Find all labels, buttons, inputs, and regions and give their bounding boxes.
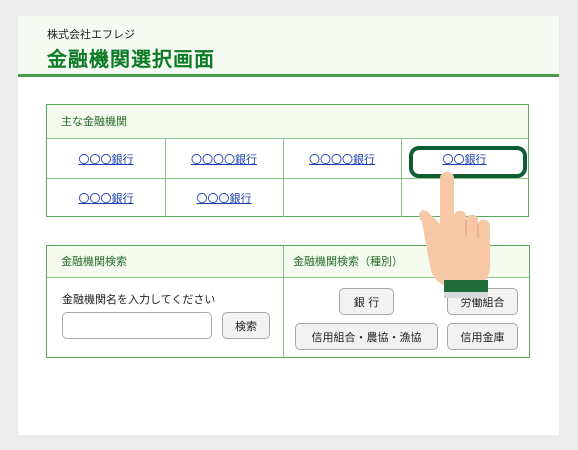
bank-link[interactable]: 〇〇〇〇銀行 <box>309 151 375 167</box>
type-credit-cooperative-button[interactable]: 信用組合・農協・漁協 <box>295 323 438 350</box>
empty-cell <box>283 178 401 217</box>
bank-name-input[interactable] <box>62 312 212 339</box>
page-title: 金融機関選択画面 <box>47 47 215 71</box>
bank-cell: 〇〇〇銀行 <box>47 139 165 178</box>
bank-cell: 〇〇〇〇銀行 <box>283 139 401 178</box>
page-card: 株式会社エフレジ 金融機関選択画面 主な金融機関 〇〇〇銀行 〇〇〇〇銀行 〇〇… <box>18 16 559 435</box>
bank-cell: 〇〇〇銀行 <box>165 178 283 217</box>
panel-divider <box>283 246 284 357</box>
pointing-hand-icon <box>419 172 490 298</box>
bank-name-label: 金融機関名を入力してください <box>62 293 216 306</box>
search-button[interactable]: 検索 <box>222 312 270 339</box>
bank-link[interactable]: 〇〇〇〇銀行 <box>191 151 257 167</box>
major-banks-heading: 主な金融機関 <box>47 105 528 139</box>
bank-link[interactable]: 〇〇〇銀行 <box>79 151 134 167</box>
type-shinkin-bank-button[interactable]: 信用金庫 <box>447 323 518 350</box>
bank-cell: 〇〇〇銀行 <box>47 178 165 217</box>
company-name: 株式会社エフレジ <box>47 28 135 41</box>
name-search-heading: 金融機関検索 <box>47 246 283 278</box>
bank-cell: 〇〇〇〇銀行 <box>165 139 283 178</box>
bank-link[interactable]: 〇〇〇銀行 <box>197 190 252 206</box>
page-header: 株式会社エフレジ 金融機関選択画面 <box>18 16 559 77</box>
bank-link[interactable]: 〇〇〇銀行 <box>79 190 134 206</box>
type-bank-button[interactable]: 銀 行 <box>339 288 394 315</box>
